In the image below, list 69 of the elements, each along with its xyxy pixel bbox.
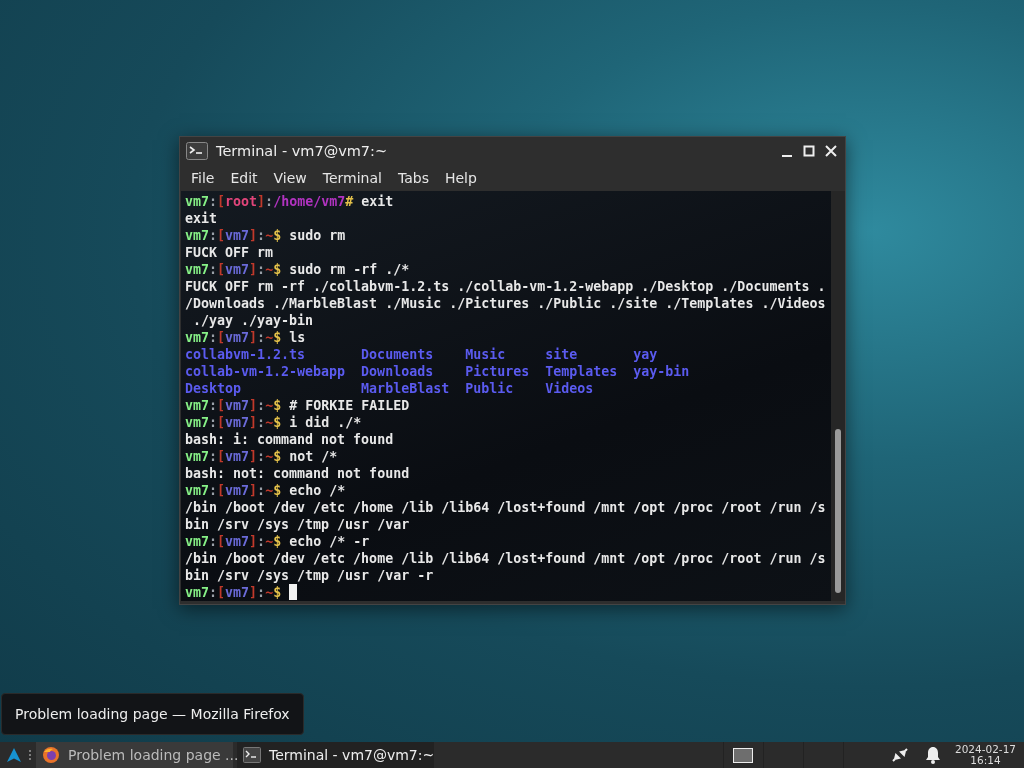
- menu-item[interactable]: Tabs: [390, 168, 436, 188]
- output-text: ./yay ./yay-bin: [192, 313, 314, 328]
- shell-prompt: vm7:[vm7]:~$: [185, 398, 282, 413]
- terminal-icon: [186, 142, 208, 160]
- shell-prompt: vm7:[root]:/home/vm7#: [185, 194, 354, 209]
- panel-handle-icon[interactable]: [28, 749, 32, 761]
- output-text: exit: [185, 211, 218, 226]
- command-text: not /*: [288, 449, 338, 464]
- clock-date: 2024-02-17: [954, 744, 1016, 755]
- command-text: sudo rm -rf ./*: [288, 262, 410, 277]
- clock-time: 16:14: [970, 755, 1001, 766]
- command-text: sudo rm: [288, 228, 346, 243]
- command-text: i did ./*: [288, 415, 362, 430]
- text-cursor: [289, 584, 298, 600]
- window-title: Terminal - vm7@vm7:~: [216, 143, 389, 159]
- directory-name: Videos: [545, 381, 594, 396]
- shell-prompt: vm7:[vm7]:~$: [185, 228, 282, 243]
- output-text: bash: i: command not found: [185, 432, 394, 447]
- directory-name: site: [545, 347, 578, 362]
- taskbar-button[interactable]: Terminal - vm7@vm7:~: [237, 742, 434, 768]
- clock[interactable]: 2024-02-17 16:14: [954, 744, 1016, 766]
- app-menu-icon[interactable]: [6, 747, 22, 763]
- menu-item[interactable]: View: [266, 168, 314, 188]
- command-text: ls: [288, 330, 306, 345]
- shell-prompt: vm7:[vm7]:~$: [185, 449, 282, 464]
- scrollbar-thumb[interactable]: [835, 429, 841, 593]
- directory-name: MarbleBlast: [361, 381, 450, 396]
- output-text: bin /srv /sys /tmp /usr /var -r: [185, 568, 434, 583]
- shell-prompt: vm7:[vm7]:~$: [185, 415, 282, 430]
- output-text: FUCK OFF rm: [185, 245, 274, 260]
- directory-name: Desktop: [185, 381, 242, 396]
- shell-prompt: vm7:[vm7]:~$: [185, 534, 282, 549]
- command-text: exit: [360, 194, 394, 209]
- directory-name: collabvm-1.2.ts: [185, 347, 306, 362]
- directory-name: Downloads: [361, 364, 434, 379]
- menu-item[interactable]: Terminal: [315, 168, 389, 188]
- output-text: bash: not: command not found: [185, 466, 410, 481]
- bell-icon[interactable]: [924, 746, 941, 764]
- directory-name: collab-vm-1.2-webapp: [185, 364, 346, 379]
- scrollbar[interactable]: [831, 191, 845, 601]
- menu-item[interactable]: Help: [437, 168, 484, 188]
- maximize-icon[interactable]: [801, 143, 817, 159]
- shell-prompt: vm7:[vm7]:~$: [185, 330, 282, 345]
- network-icon[interactable]: [890, 746, 909, 764]
- shell-prompt: vm7:[vm7]:~$: [185, 585, 282, 600]
- command-text: echo /*: [288, 483, 346, 498]
- output-text: FUCK OFF rm -rf ./collabvm-1.2.ts ./collab-vm-1.2-webapp ./Desktop ./Documents .: [185, 279, 826, 294]
- directory-name: Documents: [361, 347, 434, 362]
- directory-name: yay-bin: [633, 364, 690, 379]
- directory-name: Public: [465, 381, 514, 396]
- menu-item[interactable]: Edit: [223, 168, 265, 188]
- output-text: /bin /boot /dev /etc /home /lib /lib64 /lost+found /mnt /opt /proc /root /run /s: [185, 500, 826, 515]
- tooltip: Problem loading page — Mozilla Firefox: [1, 693, 304, 735]
- directory-name: Music: [465, 347, 506, 362]
- directory-name: Pictures: [465, 364, 530, 379]
- shell-prompt: vm7:[vm7]:~$: [185, 483, 282, 498]
- shell-prompt: vm7:[vm7]:~$: [185, 262, 282, 277]
- output-text: bin /srv /sys /tmp /usr /var: [185, 517, 410, 532]
- terminal-icon: [243, 747, 261, 763]
- command-text: # FORKIE FAILED: [288, 398, 410, 413]
- menu-item[interactable]: File: [184, 168, 222, 188]
- output-text: /Downloads ./MarbleBlast ./Music ./Pictures ./Public ./site ./Templates ./Videos: [185, 296, 826, 311]
- directory-name: yay: [633, 347, 658, 362]
- command-text: echo /* -r: [288, 534, 370, 549]
- globe-icon: [42, 746, 60, 764]
- directory-name: Templates: [545, 364, 618, 379]
- output-text: /bin /boot /dev /etc /home /lib /lib64 /lost+found /mnt /opt /proc /root /run /s: [185, 551, 826, 566]
- close-icon[interactable]: [823, 143, 839, 159]
- terminal-area[interactable]: [181, 191, 845, 601]
